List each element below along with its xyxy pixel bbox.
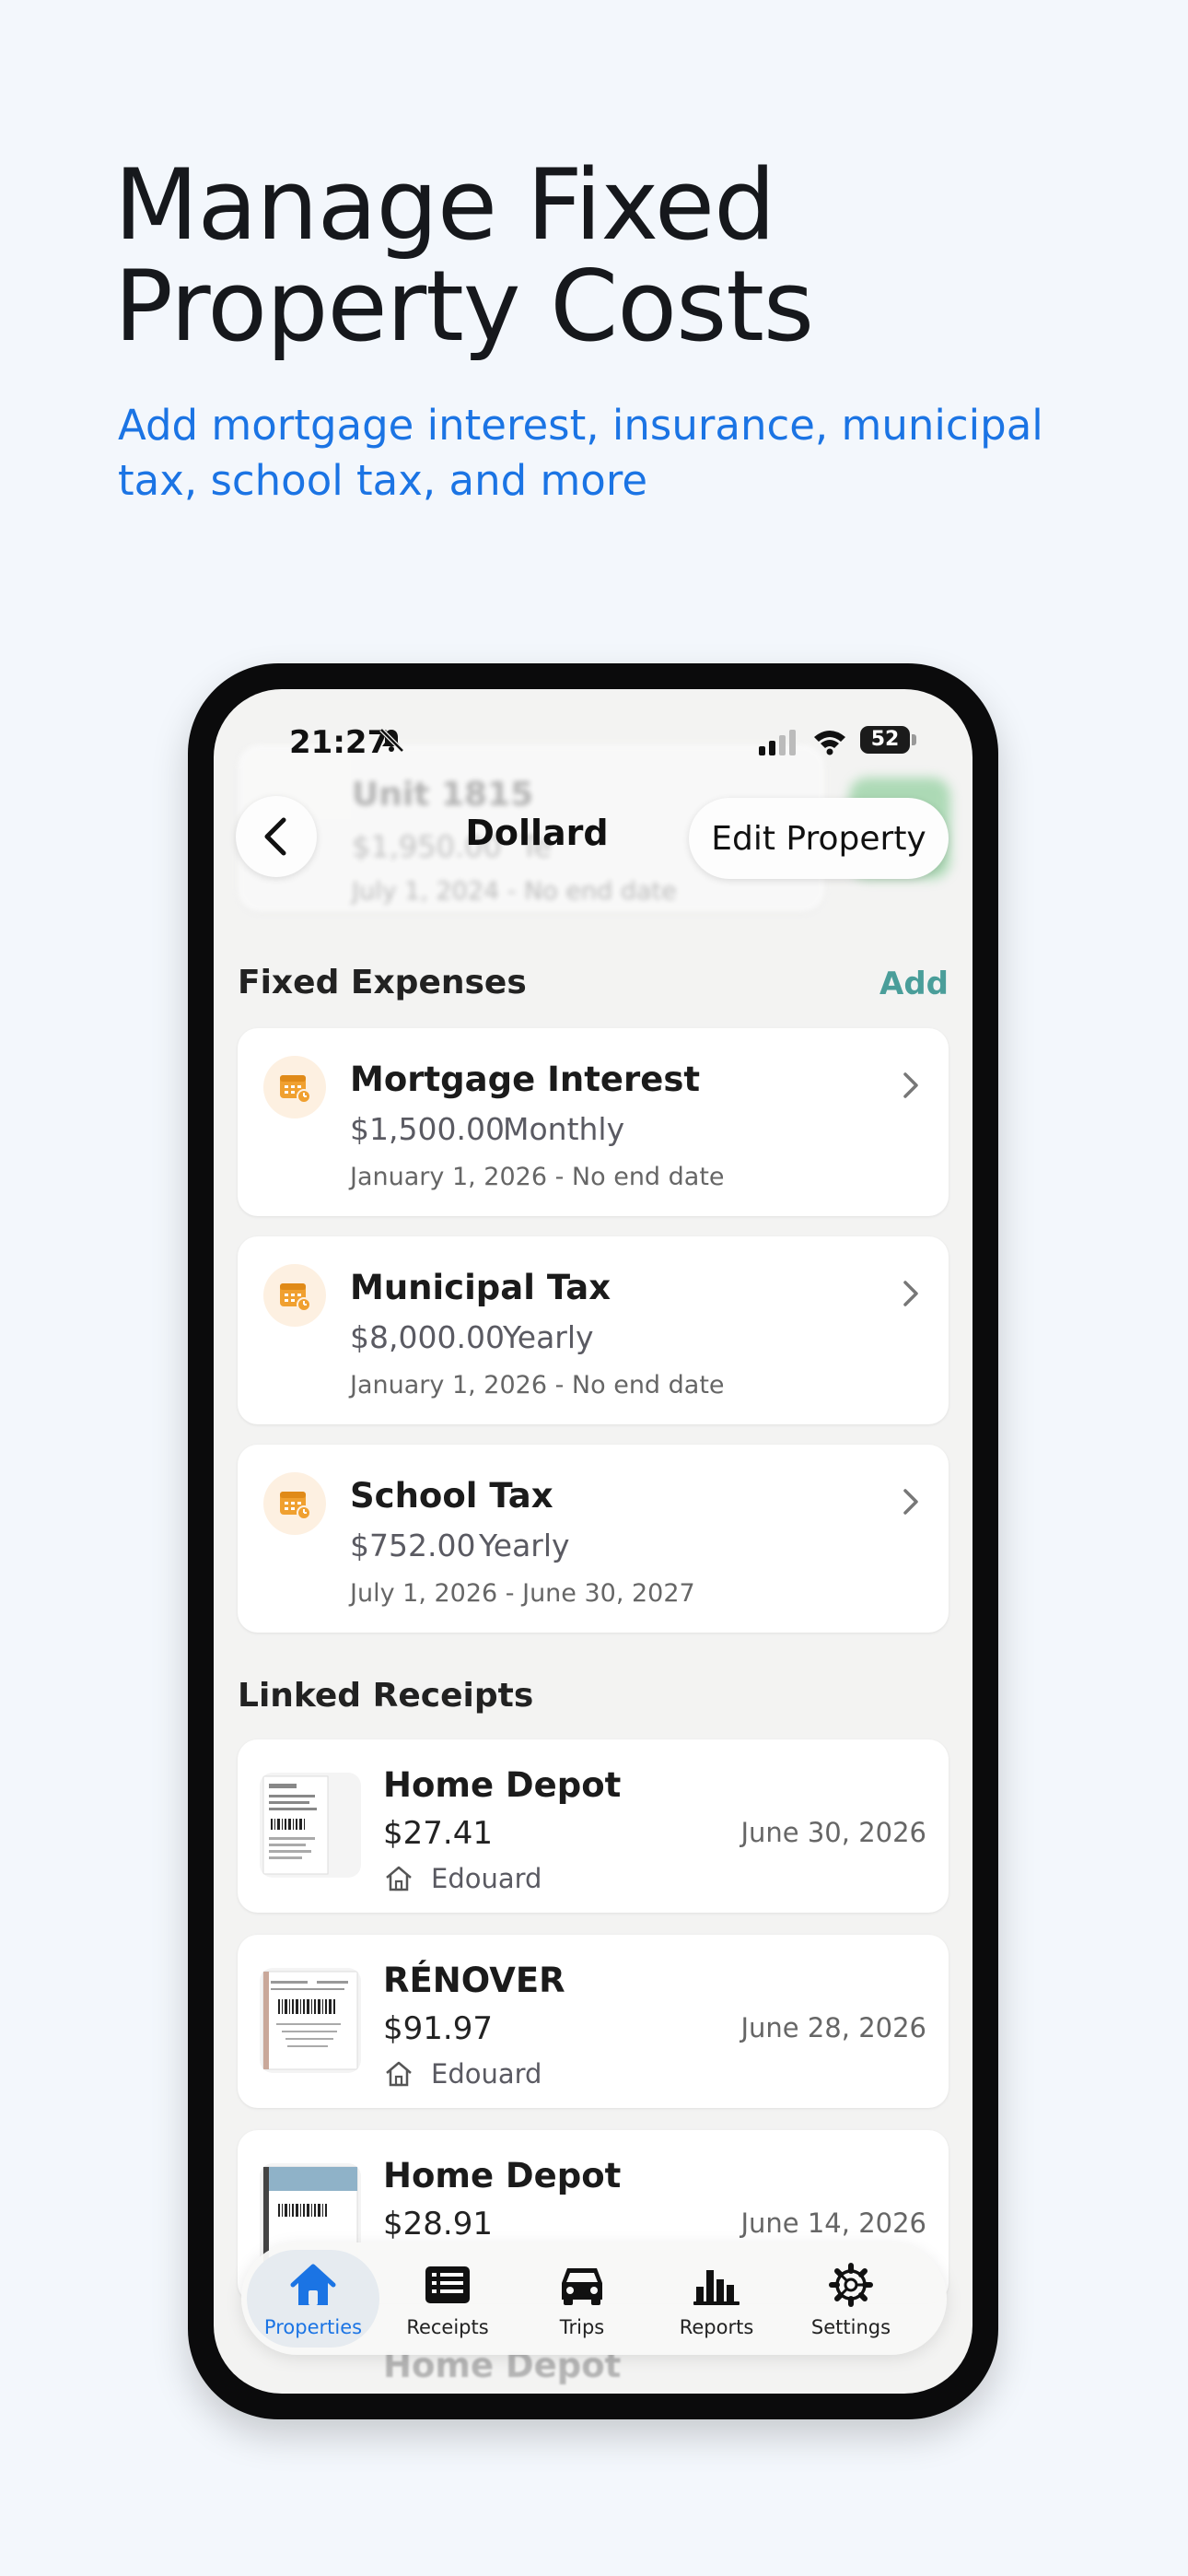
tab-label: Settings [810,2316,891,2338]
cellular-signal-icon [759,730,796,755]
expense-calendar-icon [263,1264,326,1327]
expense-card[interactable]: School Tax $752.00 Yearly July 1, 2026 -… [238,1445,949,1633]
add-expense-button[interactable]: Add [879,966,949,1002]
receipt-store: RÉNOVER [383,1961,565,2000]
chevron-left-icon [264,817,286,856]
receipt-amount: $27.41 [383,1815,493,1852]
expense-frequency: Yearly [503,1319,594,1355]
expense-name: Mortgage Interest [350,1060,701,1099]
expense-amount: $1,500.00 [350,1111,505,1147]
tab-reports[interactable]: Reports [650,2250,783,2348]
app-screen: Unit 1815 $1,950.00 Te July 1, 2024 - No… [214,689,973,2394]
battery-indicator: 52 [860,726,917,755]
receipt-card[interactable]: RÉNOVER $91.97 Edouard June 28, 2026 [238,1935,949,2108]
tab-label: Receipts [406,2316,489,2338]
bar-chart-icon [693,2270,740,2305]
battery-level: 52 [860,726,910,754]
car-icon [562,2268,602,2305]
house-icon [290,2264,336,2305]
expense-dates: January 1, 2026 - No end date [350,1163,725,1191]
linked-receipts-heading: Linked Receipts [238,1677,534,1715]
chevron-right-icon [903,1489,918,1515]
expense-calendar-icon [263,1056,326,1118]
house-outline-icon [386,1866,412,1891]
receipt-amount: $28.91 [383,2206,493,2242]
hero-title: Manage Fixed Property Costs [114,148,814,363]
gear-icon [829,2263,873,2307]
expense-card[interactable]: Municipal Tax $8,000.00 Yearly January 1… [238,1236,949,1424]
expense-amount: $752.00 [350,1528,476,1563]
expense-amount: $8,000.00 [350,1319,505,1355]
expense-name: Municipal Tax [350,1268,611,1307]
status-time: 21:27 [289,724,390,761]
receipt-property: Edouard [383,2058,542,2090]
page-title: Dollard [465,813,609,853]
expense-dates: July 1, 2026 - June 30, 2027 [350,1579,695,1608]
receipt-date: June 14, 2026 [740,2207,926,2239]
receipt-icon [425,2266,470,2303]
receipt-thumbnail [260,1968,361,2073]
receipt-amount: $91.97 [383,2010,493,2047]
fixed-expenses-heading: Fixed Expenses [238,964,527,1001]
property-unit: Unit 1815 [352,776,534,814]
property-dates: July 1, 2024 - No end date [352,877,677,906]
house-outline-icon [386,2061,412,2087]
tab-label: Reports [679,2316,754,2338]
receipt-card[interactable]: Home Depot $27.41 Edouard June 30, 2026 [238,1739,949,1913]
tab-properties[interactable]: Properties [247,2250,379,2348]
expense-frequency: Yearly [479,1528,570,1563]
expense-frequency: Monthly [503,1111,625,1147]
expense-dates: January 1, 2026 - No end date [350,1371,725,1399]
tab-trips[interactable]: Trips [516,2250,648,2348]
tab-bar: Properties Receipts Trips Reports Settin… [241,2242,947,2355]
receipt-store: Home Depot [383,2156,622,2195]
receipt-date: June 28, 2026 [740,2012,926,2043]
tab-settings[interactable]: Settings [785,2250,917,2348]
receipt-property: Edouard [383,1863,542,1894]
expense-card[interactable]: Mortgage Interest $1,500.00 Monthly Janu… [238,1028,949,1216]
receipt-property-label: Edouard [431,2058,542,2090]
expense-name: School Tax [350,1476,553,1516]
battery-tip [912,734,916,745]
wifi-icon [814,731,845,755]
hero-subtitle: Add mortgage interest, insurance, munici… [118,401,1043,505]
edit-property-button[interactable]: Edit Property [689,798,949,879]
tab-label: Properties [263,2316,363,2338]
chevron-right-icon [903,1281,918,1306]
bell-muted-icon [379,728,404,753]
tab-label: Trips [559,2316,605,2338]
tab-receipts[interactable]: Receipts [381,2250,514,2348]
receipt-date: June 30, 2026 [740,1817,926,1848]
receipt-property-label: Edouard [431,1863,542,1894]
chevron-right-icon [903,1072,918,1098]
expense-calendar-icon [263,1472,326,1535]
back-button[interactable] [236,796,317,877]
receipt-thumbnail [260,1773,361,1878]
receipt-store: Home Depot [383,1765,622,1805]
phone-frame: Unit 1815 $1,950.00 Te July 1, 2024 - No… [188,663,998,2419]
